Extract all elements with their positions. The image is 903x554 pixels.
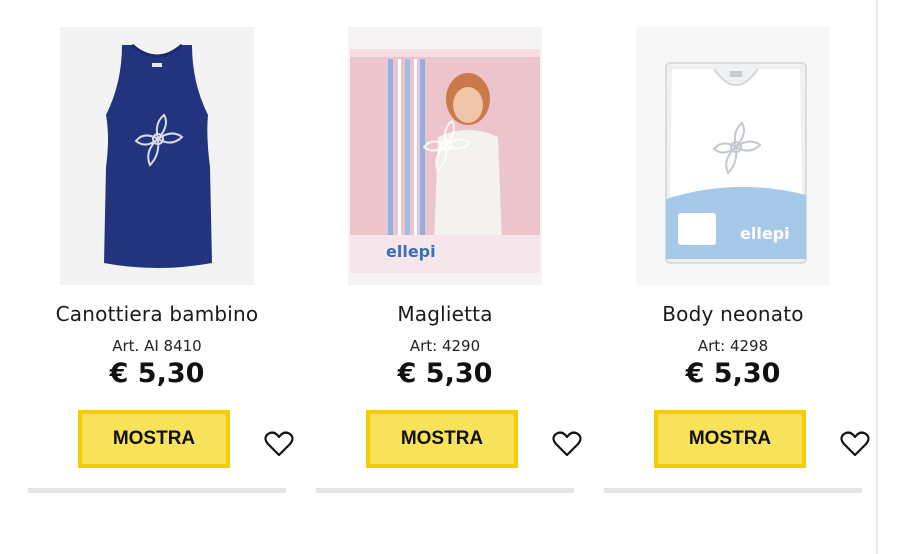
product-image[interactable] (60, 27, 254, 285)
product-price: € 5,30 (685, 358, 781, 389)
card-divider (604, 488, 862, 493)
card-divider (28, 488, 286, 493)
heart-outline-icon[interactable] (552, 430, 582, 458)
product-image[interactable]: ellepi (348, 27, 542, 285)
svg-text:ellepi: ellepi (740, 224, 790, 243)
product-price: € 5,30 (397, 358, 493, 389)
page-right-border (876, 0, 878, 554)
heart-outline-icon[interactable] (840, 430, 870, 458)
product-article-code: Art: 4298 (697, 337, 769, 355)
card-divider (316, 488, 574, 493)
product-price: € 5,30 (109, 358, 205, 389)
product-name[interactable]: Canottiera bambino (28, 302, 286, 326)
heart-outline-icon[interactable] (264, 430, 294, 458)
product-article-code: Art. AI 8410 (112, 337, 202, 355)
product-card: Canottiera bambino Art. AI 8410 € 5,30 M… (28, 0, 294, 554)
product-name[interactable]: Body neonato (604, 302, 862, 326)
show-button[interactable]: MOSTRA (366, 410, 518, 468)
product-article-code: Art: 4290 (409, 337, 481, 355)
show-button[interactable]: MOSTRA (654, 410, 806, 468)
product-name[interactable]: Maglietta (316, 302, 574, 326)
product-card: ellepi Body neonato Art: 4298 € 5,30 MOS… (604, 0, 870, 554)
svg-text:ellepi: ellepi (386, 242, 436, 261)
show-button[interactable]: MOSTRA (78, 410, 230, 468)
product-card: ellepi Maglietta Art: 4290 € 5,30 MOSTRA (316, 0, 582, 554)
product-image[interactable]: ellepi (636, 27, 830, 285)
